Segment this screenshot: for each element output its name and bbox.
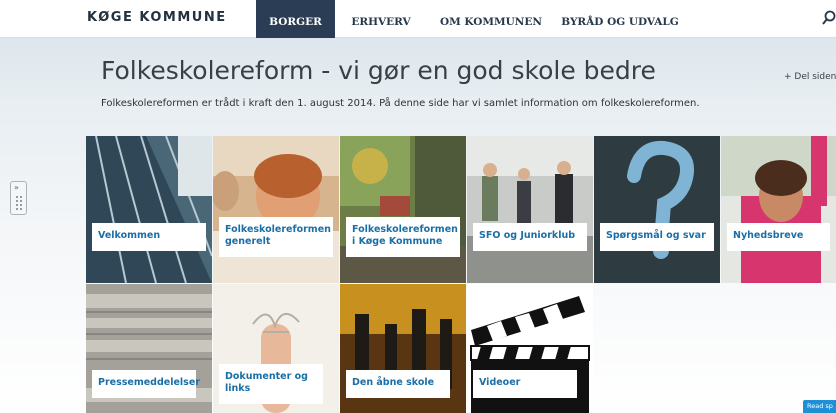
tile-label: Dokumenter og links [219,364,323,404]
read-speaker-button[interactable]: Read sp [803,400,836,413]
tile-label: SFO og Juniorklub [473,223,587,251]
site-logo[interactable]: KØGE KOMMUNE [87,10,227,25]
tile-folkeskolereformen-koege[interactable]: Folkeskolereformen i Køge Kommune [340,136,466,283]
tile-label: Folkeskolereformen i Køge Kommune [346,217,460,257]
tile-den-aabne-skole[interactable]: Den åbne skole [340,284,466,413]
nav-item-erhverv[interactable]: ERHVERV [335,0,427,38]
side-panel-toggle[interactable]: » [10,181,27,215]
intro-text: Folkeskolereformen er trådt i kraft den … [101,98,700,109]
main-nav: BORGER ERHVERV OM KOMMUNEN BYRÅD OG UDVA… [256,0,685,38]
share-page-link[interactable]: + Del siden [784,72,836,82]
question-mark-image [594,136,720,283]
nav-item-borger[interactable]: BORGER [256,0,335,38]
mural-image [340,136,466,283]
tile-nyhedsbreve[interactable]: Nyhedsbreve [721,136,836,283]
tile-label: Velkommen [92,223,206,251]
tile-label: Videoer [473,370,577,398]
kids-scooters-image [467,136,593,283]
nav-item-om-kommunen[interactable]: OM KOMMUNEN [427,0,555,38]
tile-videoer[interactable]: Videoer [467,284,593,413]
building-image [86,136,212,283]
tile-spoergsmaal-og-svar[interactable]: Spørgsmål og svar [594,136,720,283]
grip-icon [15,195,23,211]
tile-label: Pressemeddelelser [92,370,200,398]
tile-velkommen[interactable]: Velkommen [86,136,212,283]
tile-label: Nyhedsbreve [727,223,830,251]
tile-label: Den åbne skole [346,370,450,398]
child-reading-image [213,136,339,283]
tile-label: Spørgsmål og svar [600,223,714,251]
nav-item-byraad-og-udvalg[interactable]: BYRÅD OG UDVALG [555,0,685,38]
tile-pressemeddelelser[interactable]: Pressemeddelelser [86,284,212,413]
girl-cheering-image [721,136,836,283]
tile-label: Folkeskolereformen generelt [219,217,333,257]
page-title: Folkeskolereform - vi gør en god skole b… [101,56,656,85]
double-chevron-right-icon: » [14,183,19,192]
search-icon[interactable] [822,10,836,28]
top-navigation-bar: KØGE KOMMUNE BORGER ERHVERV OM KOMMUNEN … [0,0,836,38]
tile-dokumenter-og-links[interactable]: Dokumenter og links [213,284,339,413]
tile-sfo-og-juniorklub[interactable]: SFO og Juniorklub [467,136,593,283]
tile-folkeskolereformen-generelt[interactable]: Folkeskolereformen generelt [213,136,339,283]
